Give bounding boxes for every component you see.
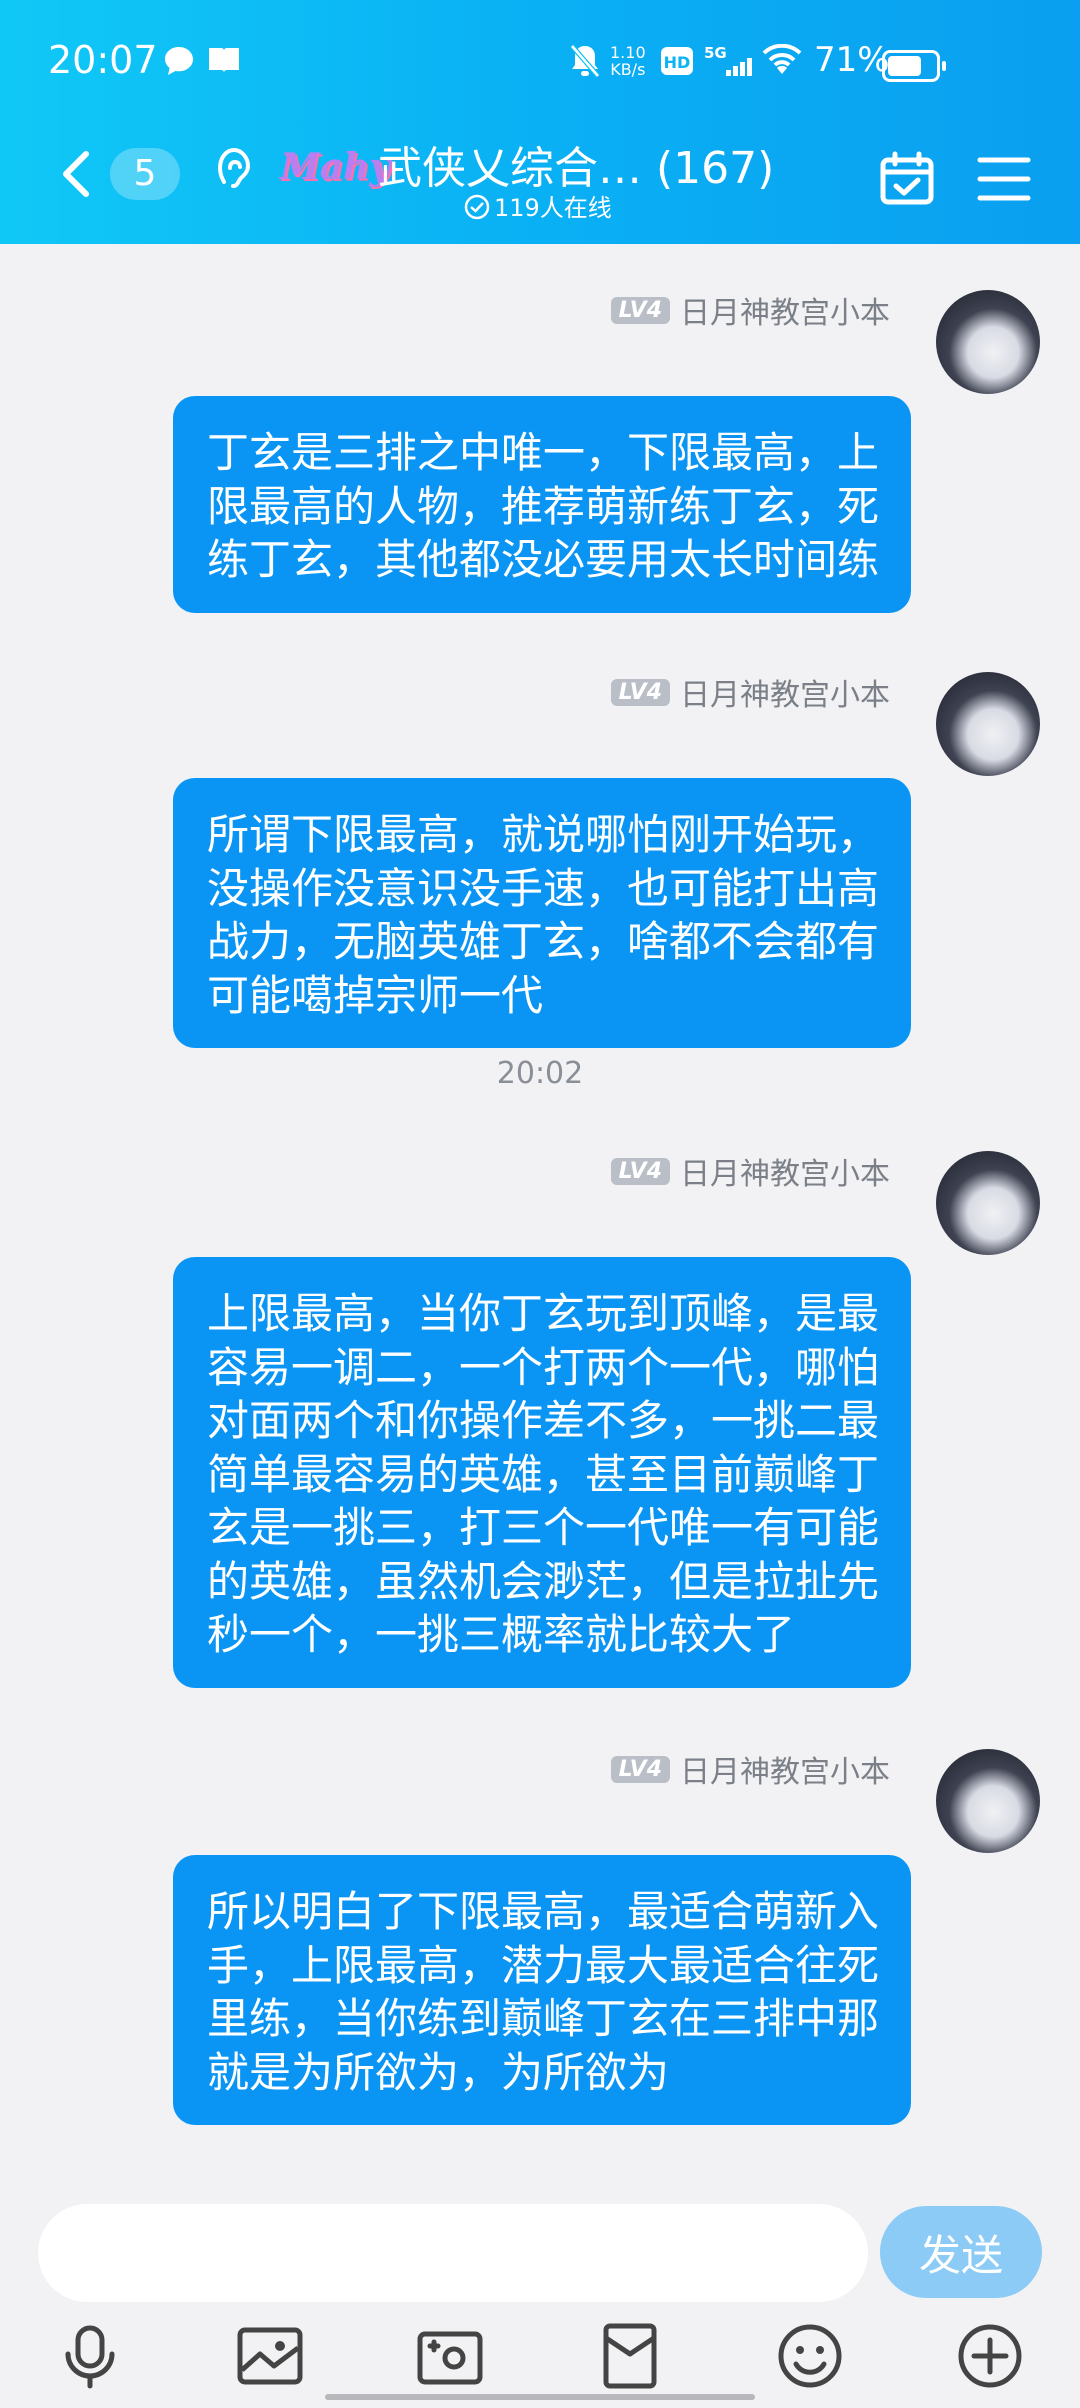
image-icon[interactable] — [234, 2320, 306, 2392]
message-input[interactable] — [38, 2204, 868, 2302]
input-area: 发送 — [0, 2184, 1080, 2408]
message-bubble[interactable]: 所以明白了下限最高，最适合萌新入手，上限最高，潜力最大最适合往死里练，当你练到巅… — [173, 1855, 911, 2125]
mute-bell-icon — [568, 42, 602, 84]
camera-icon[interactable] — [414, 2320, 486, 2392]
red-packet-icon[interactable] — [594, 2320, 666, 2392]
group-logo: Mahy — [280, 146, 391, 188]
level-badge: LV4 — [610, 1755, 670, 1783]
wifi-icon — [762, 43, 802, 80]
sender-name[interactable]: 日月神教宫小本 — [680, 670, 890, 714]
online-check-icon — [464, 194, 490, 220]
chevron-left-icon[interactable] — [56, 146, 96, 202]
message-bubble[interactable]: 所谓下限最高，就说哪怕刚开始玩，没操作没意识没手速，也可能打出高战力，无脑英雄丁… — [173, 778, 911, 1048]
hamburger-menu-icon[interactable] — [976, 154, 1032, 204]
network-speed: 1.10 KB/s — [610, 44, 646, 78]
level-badge: LV4 — [610, 1157, 670, 1185]
online-count-text: 119人在线 — [494, 194, 612, 222]
sender-info: LV4 日月神教宫小本 — [610, 1747, 890, 1791]
avatar[interactable] — [936, 1749, 1040, 1853]
battery-icon — [882, 50, 946, 82]
net-speed-unit: KB/s — [610, 60, 646, 79]
plus-icon[interactable] — [954, 2320, 1026, 2392]
calendar-check-icon[interactable] — [878, 150, 936, 208]
sender-name[interactable]: 日月神教宫小本 — [680, 1149, 890, 1193]
microphone-icon[interactable] — [54, 2320, 126, 2392]
5g-signal-icon: 5G — [704, 44, 754, 82]
svg-text:5G: 5G — [704, 44, 727, 62]
sender-info: LV4 日月神教宫小本 — [610, 288, 890, 332]
message-list[interactable]: LV4 日月神教宫小本 丁玄是三排之中唯一，下限最高，上限最高的人物，推荐萌新练… — [0, 244, 1080, 2184]
group-title[interactable]: 武侠乂综合… (167) — [378, 132, 774, 196]
battery-percent: 71% — [814, 40, 890, 80]
status-time: 20:07 — [48, 38, 158, 82]
avatar[interactable] — [936, 1151, 1040, 1255]
sender-name[interactable]: 日月神教宫小本 — [680, 1747, 890, 1791]
chat-header: 20:07 1.10 KB/s HD 5G 71% 5 Mahy 武侠乂综合… … — [0, 0, 1080, 244]
message-icon — [162, 44, 196, 82]
nav-bar: 5 Mahy 武侠乂综合… (167) 119人在线 — [0, 124, 1080, 244]
online-count: 119人在线 — [464, 188, 612, 223]
avatar[interactable] — [936, 672, 1040, 776]
sender-info: LV4 日月神教宫小本 — [610, 670, 890, 714]
sender-info: LV4 日月神教宫小本 — [610, 1149, 890, 1193]
status-bar: 20:07 1.10 KB/s HD 5G 71% — [0, 0, 1080, 124]
avatar[interactable] — [936, 290, 1040, 394]
level-badge: LV4 — [610, 296, 670, 324]
message-bubble[interactable]: 上限最高，当你丁玄玩到顶峰，是最容易一调二，一个打两个一代，哪怕对面两个和你操作… — [173, 1257, 911, 1688]
book-icon — [206, 44, 242, 80]
sender-name[interactable]: 日月神教宫小本 — [680, 288, 890, 332]
level-badge: LV4 — [610, 678, 670, 706]
message-timestamp: 20:02 — [496, 1056, 584, 1091]
hd-icon: HD — [660, 46, 694, 80]
send-button[interactable]: 发送 — [880, 2206, 1042, 2298]
message-bubble[interactable]: 丁玄是三排之中唯一，下限最高，上限最高的人物，推荐萌新练丁玄，死练丁玄，其他都没… — [173, 396, 911, 613]
svg-text:HD: HD — [664, 53, 691, 72]
home-indicator[interactable] — [325, 2394, 755, 2400]
ear-icon[interactable] — [212, 142, 256, 202]
emoji-icon[interactable] — [774, 2320, 846, 2392]
unread-count-badge[interactable]: 5 — [110, 148, 180, 200]
